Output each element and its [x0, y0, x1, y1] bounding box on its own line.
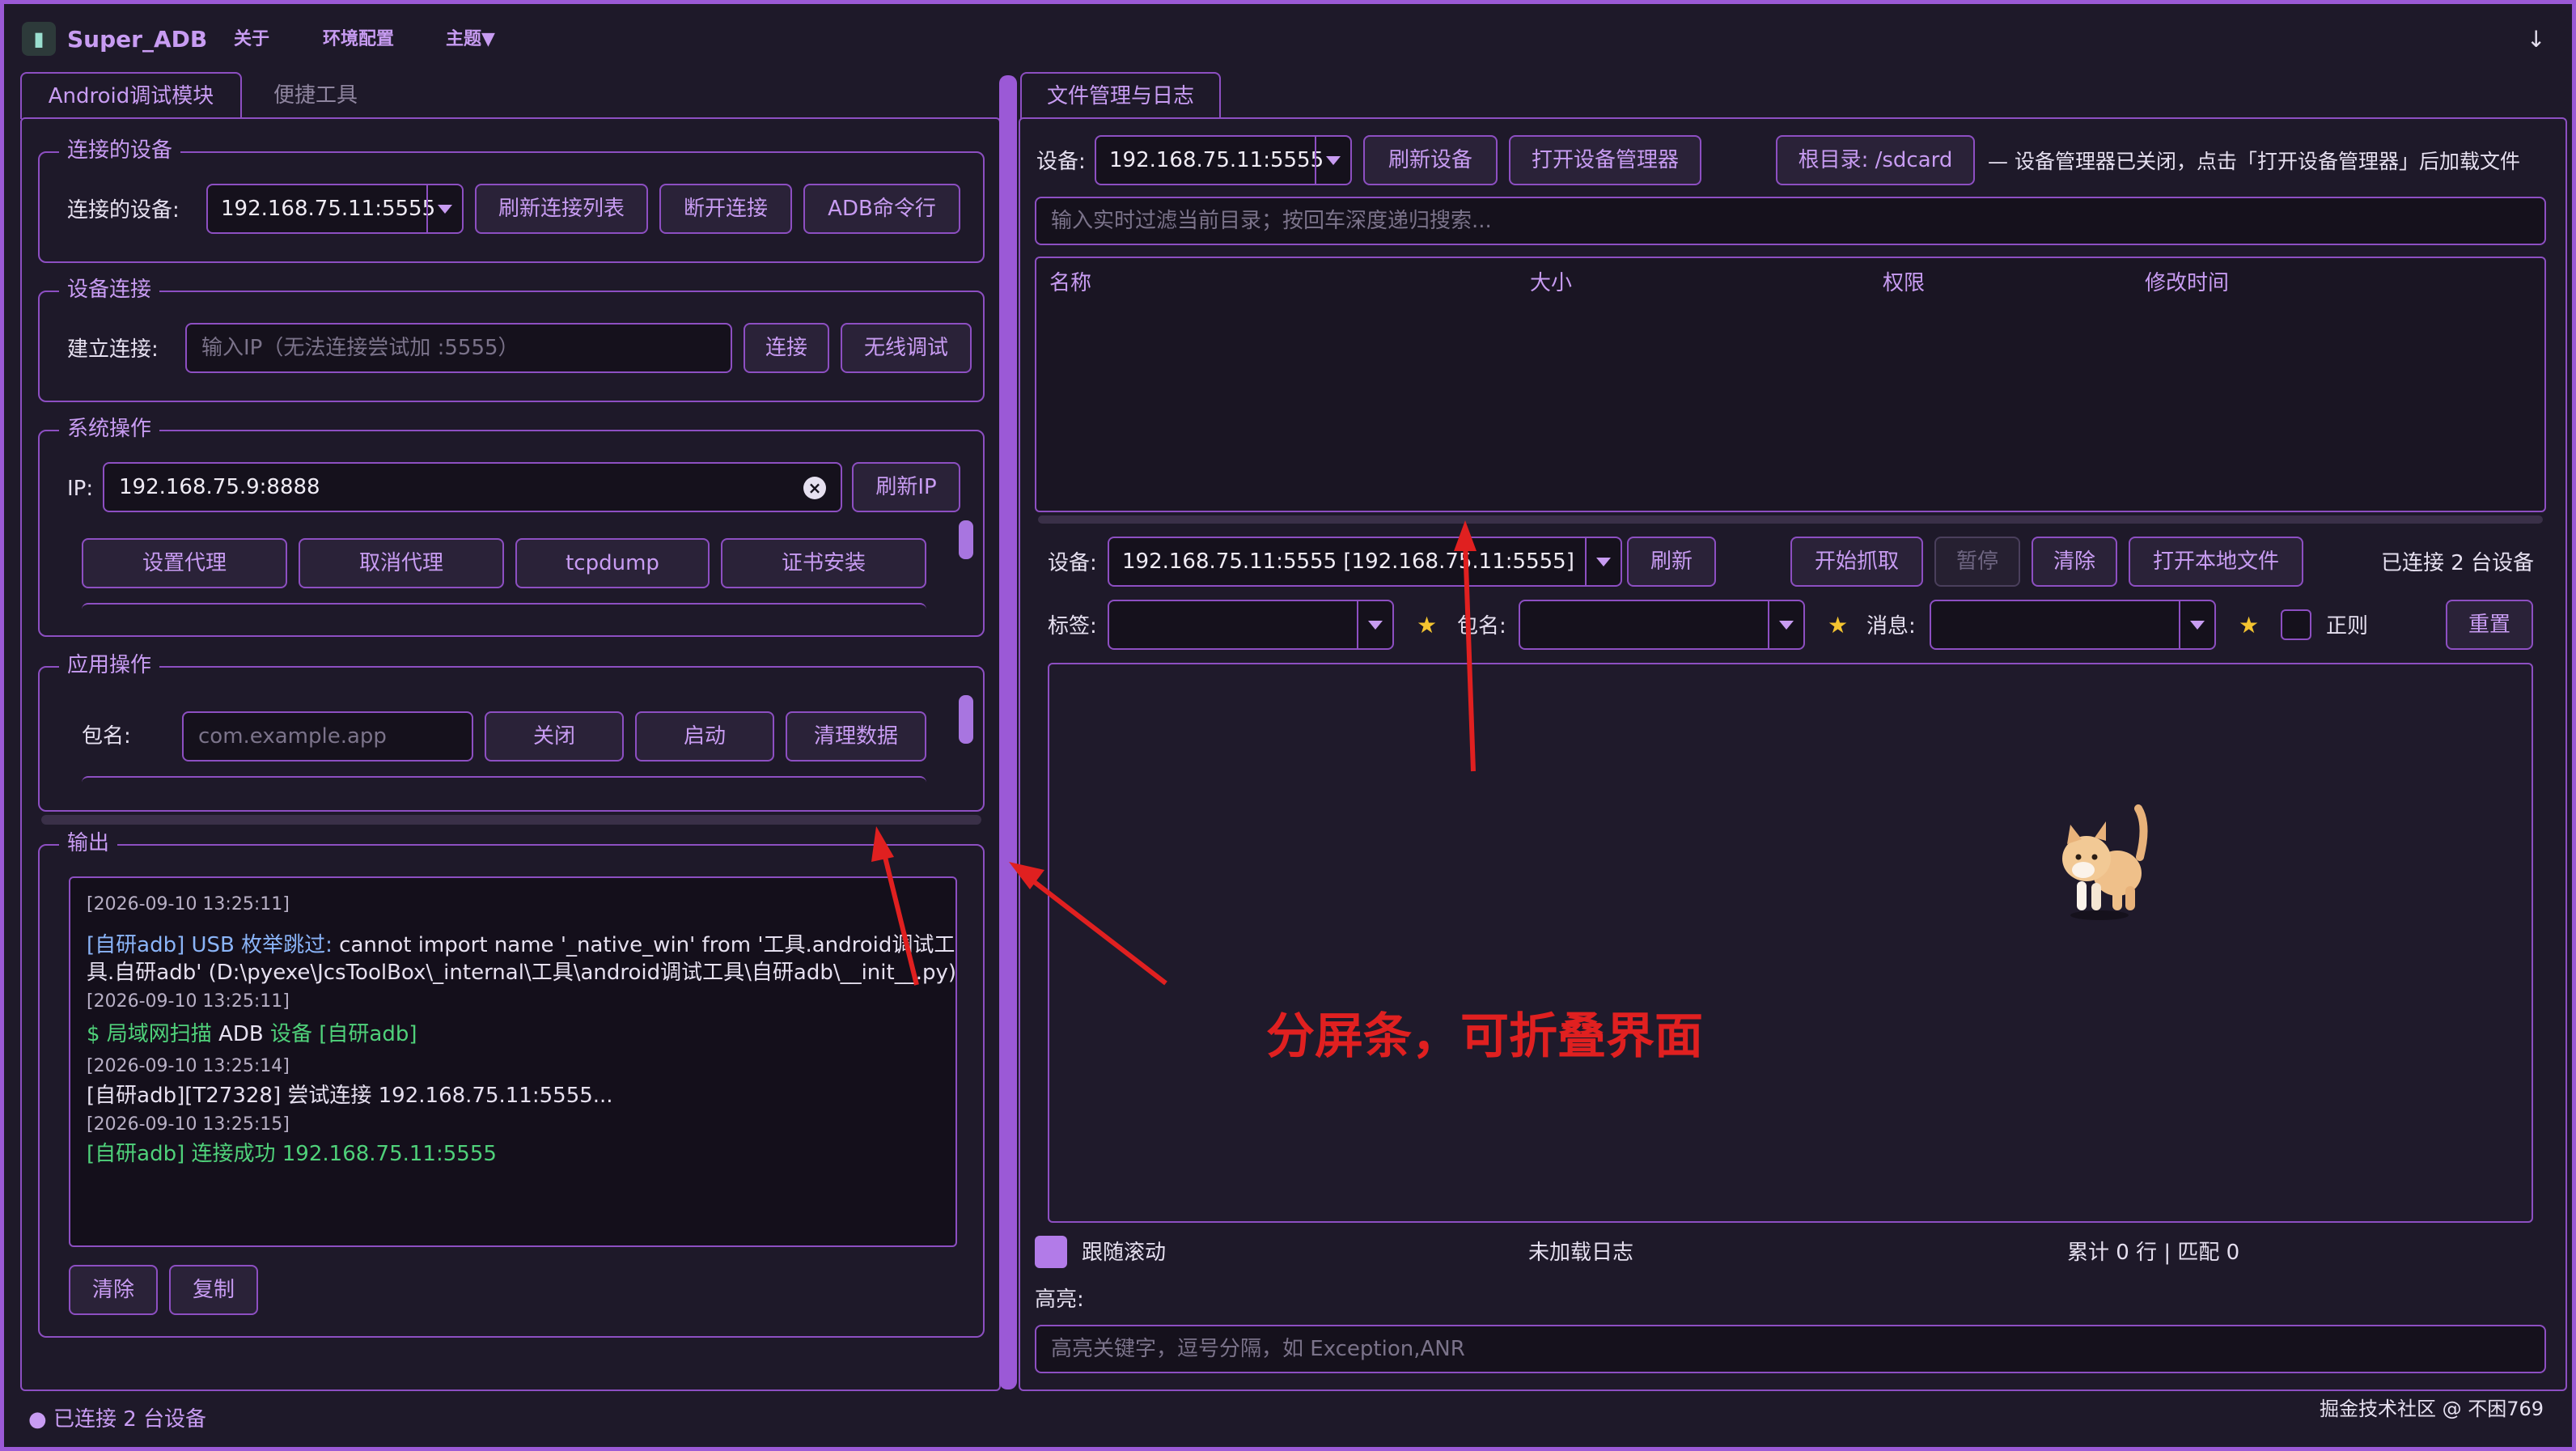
annotation-arrows	[871, 520, 1477, 986]
annotation-arrow	[1454, 520, 1477, 772]
annotation-arrow	[1009, 862, 1167, 986]
annotation-text: 分屏条，可折叠界面	[1266, 1008, 1703, 1065]
annotation-arrow	[871, 826, 919, 986]
app-window: ▮ Super_ADB 关于 环境配置 主题▼ ↓ Android调试模块 便捷…	[0, 0, 2576, 1451]
